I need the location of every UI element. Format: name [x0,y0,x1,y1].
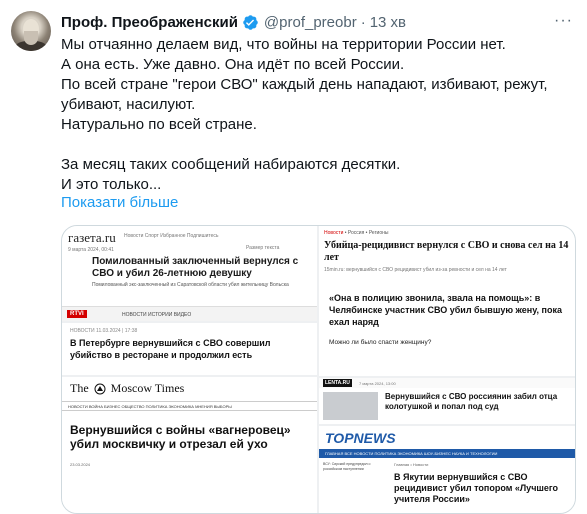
topnews-nav: ГЛАВНАЯ ВСЕ НОВОСТИ ПОЛИТИКА ЭКОНОМИКА Ш… [319,449,575,458]
gazeta-subtitle: Помилованный экс-заключенный из Саратовс… [92,282,289,288]
lenta-photo [323,392,378,420]
gazeta-font-size: Размер текста [246,245,280,251]
topnews-headline: В Якутии вернувшийся с СВО рецидивист уб… [394,472,559,504]
moscow-times-logo-left: The [70,381,89,395]
author-avatar[interactable] [11,11,51,51]
tweet-timestamp[interactable]: 13 хв [370,14,406,31]
moscow-times-nav: НОВОСТИ ВОЙНА БИЗНЕС ОБЩЕСТВО ПОЛИТИКА Э… [62,401,317,411]
fifteen-min-crumb-rest: • Россия • Регионы [343,230,389,236]
moscow-times-headline: Вернувшийся с войны «вагнеровец» убил мо… [70,423,291,451]
fifteen-min-source: 15min.ru: вернувшийся с СВО рецидивист у… [324,267,507,273]
topnews-logo: TOPNEWS [325,430,396,446]
tweet-line: По всей стране "герои СВО" каждый день н… [61,76,548,93]
fifteen-min-screenshot[interactable]: Новости • Россия • Регионы Убийца-рециди… [319,226,575,376]
tweet-text: Мы отчаянно делаем вид, что войны на тер… [61,35,576,195]
tweet-header: Проф. Преображенский @prof_preobr · 13 х… [61,12,406,32]
more-icon[interactable]: ··· [554,12,573,30]
moscow-times-logo: The Moscow Times [70,381,184,396]
fifteen-min-crumb-lead: Новости [324,230,344,236]
lenta-screenshot[interactable]: LENTA.RU 7 марта 2024, 13:00 Вернувшийся… [319,378,575,424]
rtvi-logo: RTVI [67,310,87,318]
lenta-logo: LENTA.RU [323,379,352,387]
lenta-date: 7 марта 2024, 13:00 [359,381,396,386]
moscow-times-emblem-icon [94,383,106,395]
topnews-screenshot[interactable]: TOPNEWS ГЛАВНАЯ ВСЕ НОВОСТИ ПОЛИТИКА ЭКО… [319,426,575,513]
rtvi-screenshot[interactable]: НОВОСТИ 11.03.2024 | 17:38 В Петербурге … [62,323,317,375]
author-handle[interactable]: @prof_preobr [264,14,357,31]
fifteen-min-quote: «Она в полицию звонила, звала на помощь»… [329,293,563,327]
topnews-side-item: ВСУ: Сирский предупредил о российском на… [323,462,371,471]
gazeta-nav: Новости Спорт Избранное Подпишитесь [124,233,219,239]
gazeta-screenshot[interactable]: газета.ru Новости Спорт Избранное Подпиш… [62,226,317,321]
tweet-line: А она есть. Уже давно. Она идёт по всей … [61,56,405,73]
show-more-link[interactable]: Показати більше [61,193,178,213]
tweet-line: За месяц таких сообщений набираются деся… [61,156,401,173]
separator-dot: · [360,13,366,31]
gazeta-headline: Помилованный заключенный вернулся с СВО … [92,256,299,279]
tweet-line: Натурально по всей стране. [61,116,257,133]
verified-badge-icon [243,14,258,30]
rtvi-headline: В Петербурге вернувшийся с СВО совершил … [70,338,271,360]
rtvi-nav-bar: RTVI НОВОСТИ ИСТОРИИ ВИДЕО [62,306,317,321]
lenta-headline: Вернувшийся с СВО россиянин забил отца к… [385,392,558,411]
tweet-line: Мы отчаянно делаем вид, что войны на тер… [61,36,506,53]
avatar-figure-beard [24,31,38,45]
moscow-times-date: 23.03.2024 [70,462,91,467]
gazeta-date: 9 марта 2024, 00:41 [68,247,114,253]
moscow-times-logo-right: Moscow Times [110,381,185,395]
moscow-times-screenshot[interactable]: The Moscow Times НОВОСТИ ВОЙНА БИЗНЕС ОБ… [62,377,317,513]
fifteen-min-question: Можно ли было спасти женщину? [329,339,432,346]
author-name[interactable]: Проф. Преображенский [61,14,238,31]
tweet-line: И это только... [61,176,162,193]
media-grid[interactable]: газета.ru Новости Спорт Избранное Подпиш… [61,225,576,514]
fifteen-min-breadcrumb: Новости • Россия • Регионы [324,230,388,236]
topnews-breadcrumb: Главная • Новости [394,462,429,467]
rtvi-nav: НОВОСТИ ИСТОРИИ ВИДЕО [122,312,192,318]
tweet-line: убивают, насилуют. [61,96,196,113]
lenta-top-bar: LENTA.RU 7 марта 2024, 13:00 [319,378,575,388]
rtvi-meta: НОВОСТИ 11.03.2024 | 17:38 [70,328,138,334]
fifteen-min-headline: Убийца-рецидивист вернулся с СВО и снова… [324,240,569,263]
tweet-line-gap [61,135,576,155]
gazeta-logo: газета.ru [68,230,116,245]
